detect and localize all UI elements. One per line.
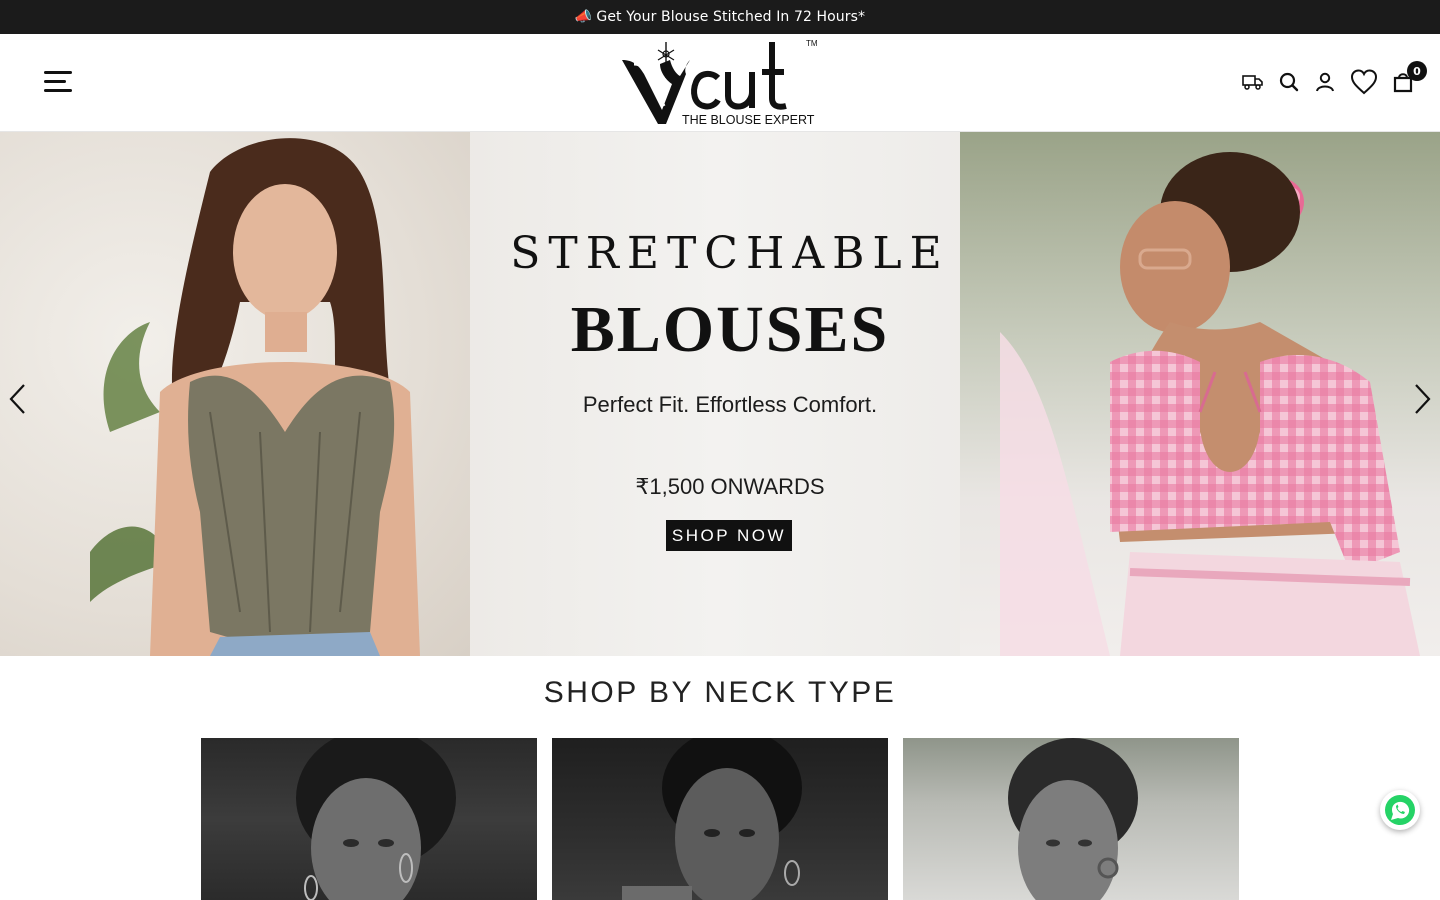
neck-type-card[interactable] bbox=[903, 738, 1239, 900]
wishlist-heart-icon[interactable] bbox=[1350, 69, 1378, 95]
site-header: TM THE BLOUSE EXPERT 0 bbox=[0, 34, 1440, 132]
neck-type-card[interactable] bbox=[201, 738, 537, 900]
megaphone-icon: 📣 bbox=[574, 9, 593, 25]
shop-now-button[interactable]: SHOP NOW bbox=[666, 520, 792, 551]
chevron-right-icon[interactable] bbox=[1410, 382, 1434, 416]
hero-copy: STRETCHABLE BLOUSES Perfect Fit. Effortl… bbox=[420, 132, 1040, 656]
announcement-bar: 📣 Get Your Blouse Stitched In 72 Hours* bbox=[0, 0, 1440, 34]
section-title-neck-type: SHOP BY NECK TYPE bbox=[543, 676, 897, 709]
neck-type-card-image bbox=[296, 738, 456, 900]
announcement-text: Get Your Blouse Stitched In 72 Hours* bbox=[596, 9, 866, 25]
hero-subtitle: Perfect Fit. Effortless Comfort. bbox=[582, 392, 878, 417]
chevron-left-icon[interactable] bbox=[6, 382, 30, 416]
neck-type-card[interactable] bbox=[552, 738, 888, 900]
trademark-symbol: TM bbox=[806, 39, 818, 48]
logo-tagline: THE BLOUSE EXPERT bbox=[682, 113, 815, 127]
header-icons: 0 bbox=[1242, 61, 1427, 100]
whatsapp-icon[interactable] bbox=[1380, 790, 1420, 830]
hero-title-line1: STRETCHABLE bbox=[510, 228, 950, 279]
neck-type-card-image bbox=[622, 738, 802, 900]
search-icon[interactable] bbox=[1278, 71, 1300, 93]
hero-title-line2: BLOUSES bbox=[570, 293, 890, 366]
hero-left-model-image bbox=[90, 138, 420, 656]
neck-type-card-image bbox=[1008, 738, 1138, 900]
menu-icon[interactable] bbox=[44, 71, 72, 93]
hero-banner[interactable]: STRETCHABLE BLOUSES Perfect Fit. Effortl… bbox=[0, 132, 1440, 656]
neck-type-cards bbox=[201, 738, 1239, 900]
delivery-truck-icon[interactable] bbox=[1242, 71, 1264, 93]
account-icon[interactable] bbox=[1314, 71, 1336, 93]
hero-price: ₹1,500 ONWARDS bbox=[635, 474, 825, 499]
cart-count-badge: 0 bbox=[1407, 61, 1427, 81]
cart-bag-icon[interactable]: 0 bbox=[1392, 61, 1427, 93]
hero-right-model-image bbox=[1000, 152, 1420, 656]
site-logo[interactable]: TM THE BLOUSE EXPERT bbox=[620, 38, 820, 130]
